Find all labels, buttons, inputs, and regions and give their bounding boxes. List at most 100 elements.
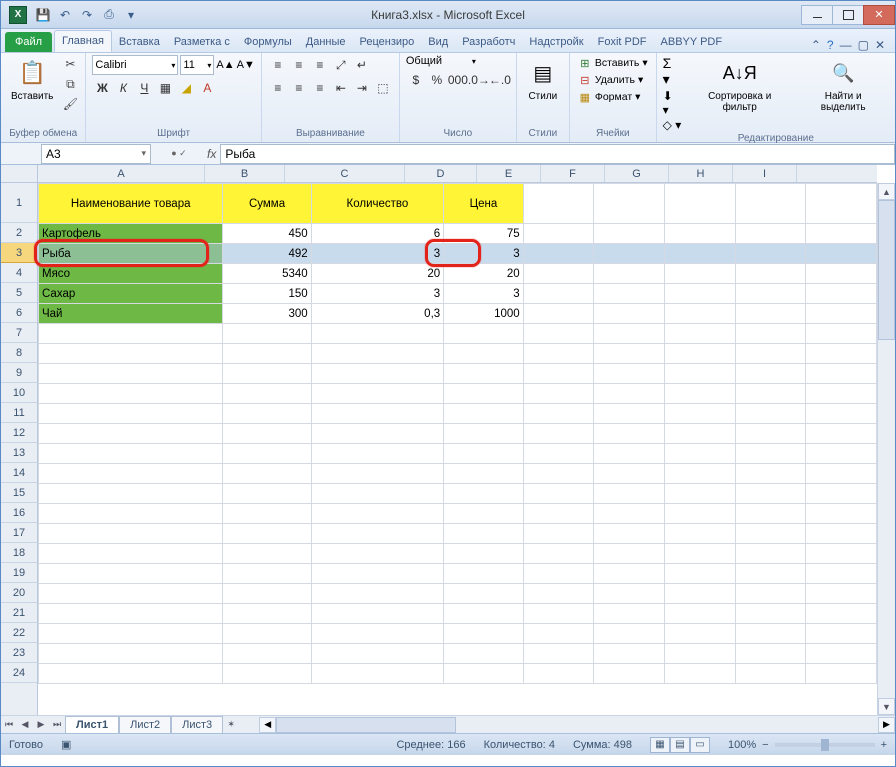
cell-E2[interactable] (523, 224, 594, 244)
cell-D9[interactable] (444, 364, 523, 384)
cell-F8[interactable] (594, 344, 665, 364)
cell-B14[interactable] (223, 464, 311, 484)
minimize-button[interactable] (801, 5, 833, 25)
cell-I16[interactable] (806, 504, 877, 524)
cell-A1[interactable]: Наименование товара (39, 184, 223, 224)
cell-D20[interactable] (444, 584, 523, 604)
cell-F10[interactable] (594, 384, 665, 404)
cell-E17[interactable] (523, 524, 594, 544)
cell-E9[interactable] (523, 364, 594, 384)
cell-D8[interactable] (444, 344, 523, 364)
row-header-12[interactable]: 12 (1, 423, 37, 443)
cell-D10[interactable] (444, 384, 523, 404)
copy-icon[interactable]: ⧉ (61, 75, 79, 93)
col-header-C[interactable]: C (285, 165, 405, 182)
cell-D7[interactable] (444, 324, 523, 344)
row-headers[interactable]: 123456789101112131415161718192021222324 (1, 183, 38, 715)
cell-G9[interactable] (664, 364, 735, 384)
cell-C6[interactable]: 0,3 (311, 304, 443, 324)
cell-B19[interactable] (223, 564, 311, 584)
cell-H12[interactable] (735, 424, 806, 444)
vscroll-thumb[interactable] (878, 200, 895, 340)
view-buttons[interactable]: ▦ ▤ ▭ (650, 737, 710, 753)
cell-A17[interactable] (39, 524, 223, 544)
view-normal-icon[interactable]: ▦ (650, 737, 670, 753)
wb-min-icon[interactable]: — (840, 38, 852, 52)
cell-I24[interactable] (806, 664, 877, 684)
delete-cells-button[interactable]: ⊟Удалить ▾ (576, 72, 645, 88)
cell-B12[interactable] (223, 424, 311, 444)
cell-F2[interactable] (594, 224, 665, 244)
cell-G3[interactable] (664, 244, 735, 264)
save-icon[interactable]: 💾 (35, 7, 51, 23)
cell-E24[interactable] (523, 664, 594, 684)
cell-G24[interactable] (664, 664, 735, 684)
cell-B10[interactable] (223, 384, 311, 404)
cell-G19[interactable] (664, 564, 735, 584)
view-pagebreak-icon[interactable]: ▭ (690, 737, 710, 753)
align-bottom-icon[interactable]: ≡ (310, 55, 330, 75)
cell-B2[interactable]: 450 (223, 224, 311, 244)
tab-разработч[interactable]: Разработч (455, 32, 522, 52)
currency-icon[interactable]: $ (406, 70, 426, 90)
cell-C18[interactable] (311, 544, 443, 564)
cell-B23[interactable] (223, 644, 311, 664)
cell-D23[interactable] (444, 644, 523, 664)
cell-G6[interactable] (664, 304, 735, 324)
cell-A18[interactable] (39, 544, 223, 564)
cell-E23[interactable] (523, 644, 594, 664)
cell-F4[interactable] (594, 264, 665, 284)
indent-inc-icon[interactable]: ⇥ (352, 78, 372, 98)
orientation-icon[interactable]: ⤢ (331, 55, 351, 75)
font-family-select[interactable]: Calibri▾ (92, 55, 178, 75)
scroll-right-icon[interactable]: ▶ (878, 717, 895, 733)
sheet-tab-Лист2[interactable]: Лист2 (119, 716, 171, 733)
cell-H2[interactable] (735, 224, 806, 244)
new-sheet-icon[interactable]: ✶ (223, 717, 239, 733)
macro-icon[interactable]: ▣ (61, 738, 71, 751)
cell-C23[interactable] (311, 644, 443, 664)
cell-H22[interactable] (735, 624, 806, 644)
tab-abbyy pdf[interactable]: ABBYY PDF (654, 32, 730, 52)
cell-C11[interactable] (311, 404, 443, 424)
cell-F7[interactable] (594, 324, 665, 344)
cell-E6[interactable] (523, 304, 594, 324)
cell-E20[interactable] (523, 584, 594, 604)
percent-icon[interactable]: % (427, 70, 447, 90)
indent-dec-icon[interactable]: ⇤ (331, 78, 351, 98)
cell-H10[interactable] (735, 384, 806, 404)
cell-I12[interactable] (806, 424, 877, 444)
row-header-22[interactable]: 22 (1, 623, 37, 643)
wrap-text-icon[interactable]: ↵ (352, 55, 372, 75)
col-header-D[interactable]: D (405, 165, 477, 182)
minimize-ribbon-icon[interactable]: ⌃ (811, 38, 821, 52)
col-header-E[interactable]: E (477, 165, 541, 182)
fx-controls[interactable]: ● ✓ (155, 148, 203, 159)
row-header-10[interactable]: 10 (1, 383, 37, 403)
row-header-1[interactable]: 1 (1, 183, 37, 223)
cell-B6[interactable]: 300 (223, 304, 311, 324)
file-tab[interactable]: Файл (5, 32, 52, 52)
fx-icon[interactable]: fx (207, 147, 216, 161)
cell-E3[interactable] (523, 244, 594, 264)
cell-C13[interactable] (311, 444, 443, 464)
inc-decimal-icon[interactable]: .0→ (469, 70, 489, 90)
cell-G4[interactable] (664, 264, 735, 284)
cell-I11[interactable] (806, 404, 877, 424)
cell-D5[interactable]: 3 (444, 284, 523, 304)
wb-max-icon[interactable]: ▢ (858, 38, 869, 52)
cell-G16[interactable] (664, 504, 735, 524)
row-header-5[interactable]: 5 (1, 283, 37, 303)
cell-I21[interactable] (806, 604, 877, 624)
cell-C12[interactable] (311, 424, 443, 444)
underline-button[interactable]: Ч (134, 78, 154, 98)
cell-F19[interactable] (594, 564, 665, 584)
tab-вид[interactable]: Вид (421, 32, 455, 52)
cell-C9[interactable] (311, 364, 443, 384)
cell-E16[interactable] (523, 504, 594, 524)
wb-close-icon[interactable]: ✕ (875, 38, 885, 52)
cell-H20[interactable] (735, 584, 806, 604)
cell-F17[interactable] (594, 524, 665, 544)
number-format-select[interactable]: Общий▾ (406, 55, 476, 67)
cell-F20[interactable] (594, 584, 665, 604)
